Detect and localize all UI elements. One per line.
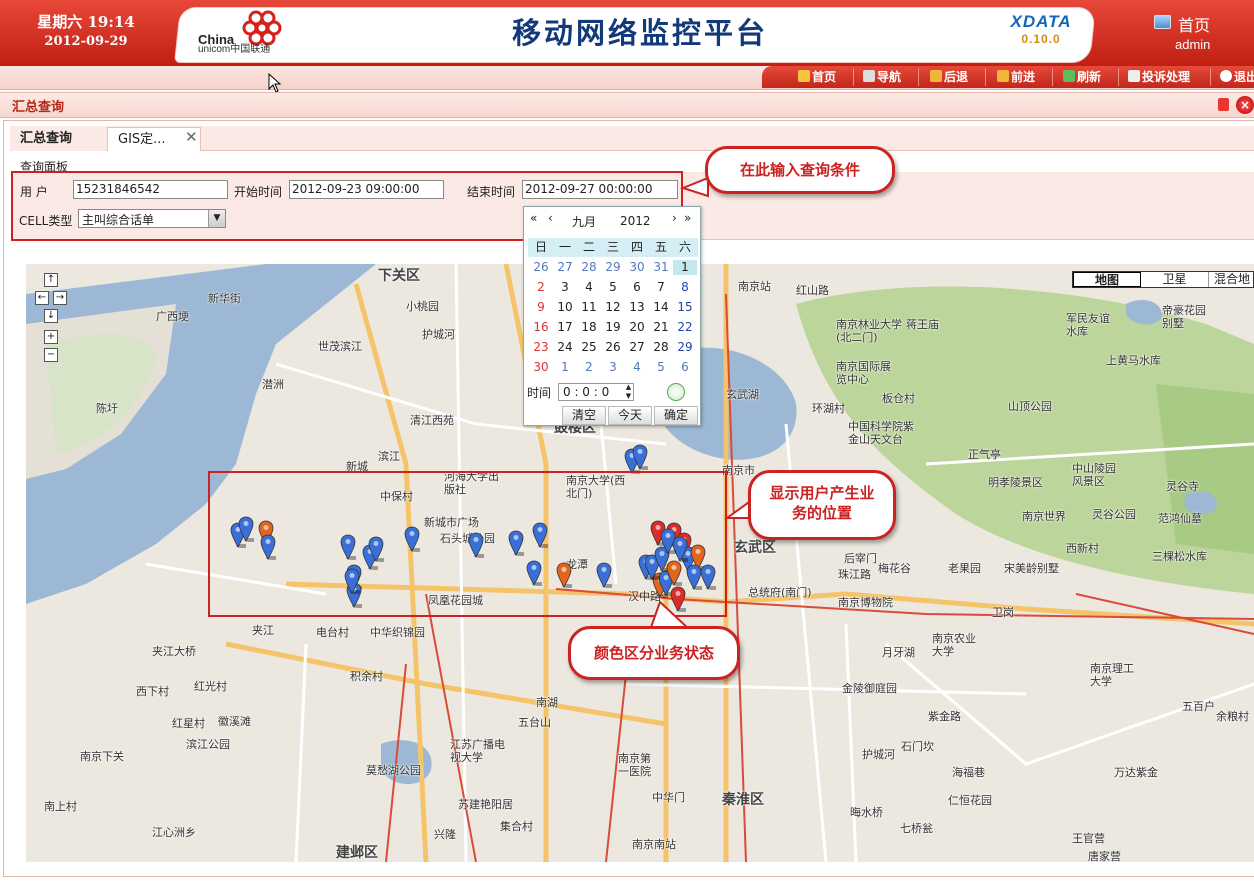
callout-query: 在此输入查询条件 bbox=[705, 146, 895, 194]
callout-location-line2: 务的位置 bbox=[791, 504, 852, 522]
callout-status: 颜色区分业务状态 bbox=[568, 626, 740, 680]
callout-pointers bbox=[648, 176, 753, 631]
callout-location-line1: 显示用户产生业 bbox=[769, 484, 875, 502]
callout-location: 显示用户产生业 务的位置 bbox=[748, 470, 896, 540]
